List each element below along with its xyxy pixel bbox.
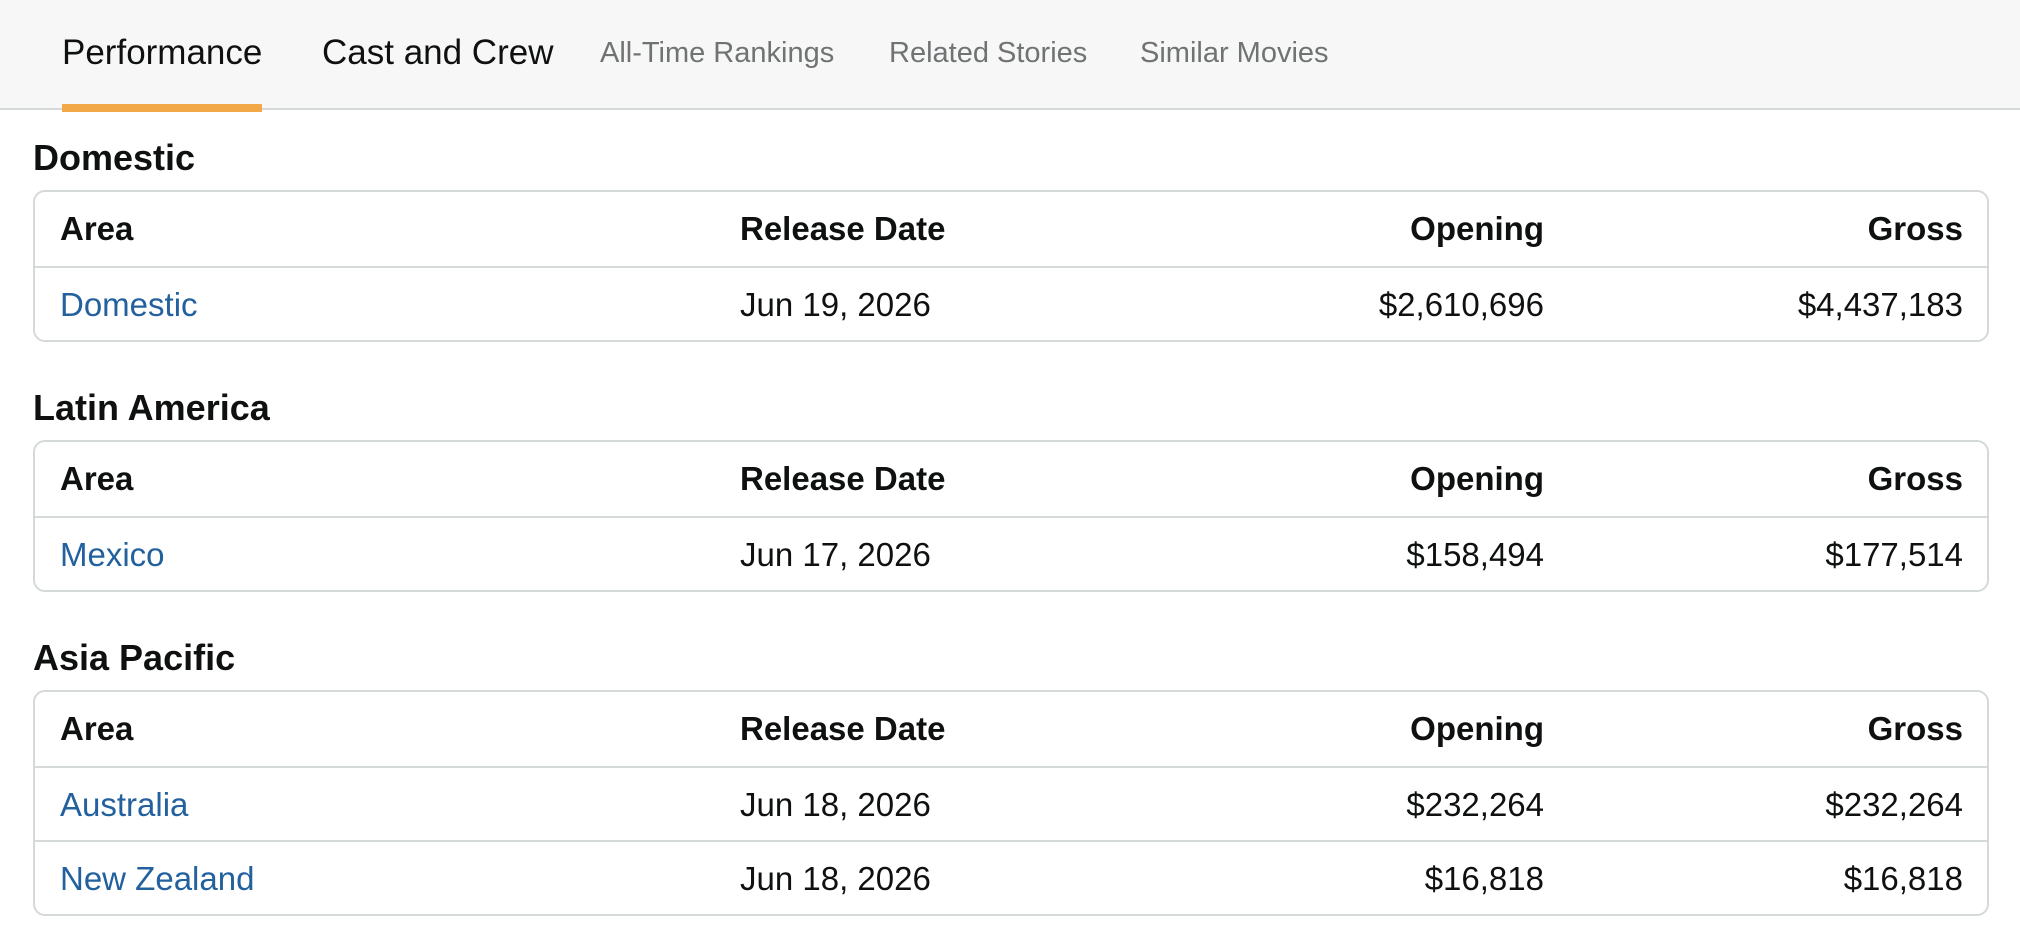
table-asia-pacific: Area Release Date Opening Gross Australi… [33, 690, 1989, 916]
column-header-release-date: Release Date [740, 710, 946, 747]
area-link[interactable]: Mexico [60, 518, 165, 590]
tab-similar-movies[interactable]: Similar Movies [1140, 0, 1329, 110]
table-header-row: Area Release Date Opening Gross [35, 692, 1987, 766]
area-link[interactable]: New Zealand [60, 842, 254, 914]
tab-bar: Performance Cast and Crew All-Time Ranki… [0, 0, 2020, 112]
column-header-gross: Gross [1867, 710, 1963, 747]
column-header-release-date: Release Date [740, 210, 946, 247]
release-date-cell: Jun 17, 2026 [740, 536, 931, 573]
table-row: Australia Jun 18, 2026 $232,264 $232,264 [35, 766, 1987, 840]
column-header-opening: Opening [1410, 460, 1544, 497]
release-date-cell: Jun 18, 2026 [740, 860, 931, 897]
table-row: Mexico Jun 17, 2026 $158,494 $177,514 [35, 516, 1987, 590]
table-latin-america: Area Release Date Opening Gross Mexico J… [33, 440, 1989, 592]
tab-cast-and-crew[interactable]: Cast and Crew [322, 0, 553, 110]
gross-cell: $177,514 [1825, 536, 1963, 573]
release-date-cell: Jun 18, 2026 [740, 786, 931, 823]
opening-cell: $16,818 [1424, 860, 1544, 897]
column-header-release-date: Release Date [740, 460, 946, 497]
release-date-cell: Jun 19, 2026 [740, 286, 931, 323]
table-domestic: Area Release Date Opening Gross Domestic… [33, 190, 1989, 342]
tab-related-stories[interactable]: Related Stories [889, 0, 1087, 110]
table-header-row: Area Release Date Opening Gross [35, 442, 1987, 516]
section-title-asia-pacific: Asia Pacific [33, 637, 236, 678]
column-header-gross: Gross [1867, 460, 1963, 497]
tab-performance[interactable]: Performance [62, 0, 263, 112]
table-header-row: Area Release Date Opening Gross [35, 192, 1987, 266]
opening-cell: $158,494 [1406, 536, 1544, 573]
table-row: Domestic Jun 19, 2026 $2,610,696 $4,437,… [35, 266, 1987, 340]
tab-all-time-rankings[interactable]: All-Time Rankings [600, 0, 834, 110]
column-header-area: Area [60, 210, 134, 247]
section-title-latin-america: Latin America [33, 387, 270, 428]
gross-cell: $4,437,183 [1797, 286, 1963, 323]
column-header-opening: Opening [1410, 210, 1544, 247]
column-header-area: Area [60, 460, 134, 497]
area-link[interactable]: Australia [60, 768, 188, 842]
opening-cell: $2,610,696 [1378, 286, 1544, 323]
area-link[interactable]: Domestic [60, 268, 198, 340]
column-header-gross: Gross [1867, 210, 1963, 247]
gross-cell: $232,264 [1825, 786, 1963, 823]
column-header-opening: Opening [1410, 710, 1544, 747]
section-title-domestic: Domestic [33, 137, 196, 178]
opening-cell: $232,264 [1406, 786, 1544, 823]
column-header-area: Area [60, 710, 134, 747]
table-row: New Zealand Jun 18, 2026 $16,818 $16,818 [35, 840, 1987, 914]
gross-cell: $16,818 [1843, 860, 1963, 897]
